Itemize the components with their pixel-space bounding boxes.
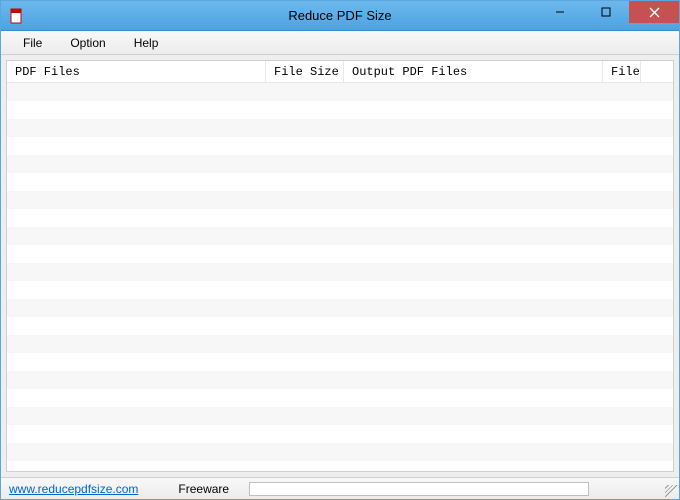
table-row <box>7 371 673 389</box>
column-file-size[interactable]: File Size <box>266 61 344 82</box>
column-pdf-files[interactable]: PDF Files <box>7 61 266 82</box>
menu-help[interactable]: Help <box>120 31 173 54</box>
minimize-button[interactable] <box>537 1 583 23</box>
table-row <box>7 155 673 173</box>
menu-option[interactable]: Option <box>56 31 119 54</box>
application-window: Reduce PDF Size File Option Help PDF Fil… <box>0 0 680 500</box>
content-area: PDF Files File Size Output PDF Files Fil… <box>1 55 679 477</box>
resize-grip-icon[interactable] <box>663 483 677 497</box>
maximize-button[interactable] <box>583 1 629 23</box>
table-row <box>7 263 673 281</box>
table-row <box>7 101 673 119</box>
license-label: Freeware <box>178 482 229 496</box>
column-output-pdf-files[interactable]: Output PDF Files <box>344 61 603 82</box>
table-row <box>7 137 673 155</box>
table-row <box>7 209 673 227</box>
column-output-file-size[interactable]: File Size <box>603 61 641 82</box>
window-controls <box>537 1 679 23</box>
table-row <box>7 443 673 461</box>
menu-file[interactable]: File <box>9 31 56 54</box>
website-link[interactable]: www.reducepdfsize.com <box>9 482 138 496</box>
table-header: PDF Files File Size Output PDF Files Fil… <box>7 61 673 83</box>
table-row <box>7 317 673 335</box>
column-empty[interactable] <box>641 61 673 82</box>
titlebar[interactable]: Reduce PDF Size <box>1 1 679 31</box>
table-row <box>7 281 673 299</box>
table-row <box>7 191 673 209</box>
table-row <box>7 335 673 353</box>
menubar: File Option Help <box>1 31 679 55</box>
statusbar: www.reducepdfsize.com Freeware <box>1 477 679 499</box>
table-row <box>7 461 673 471</box>
table-row <box>7 227 673 245</box>
close-button[interactable] <box>629 1 679 23</box>
table-row <box>7 119 673 137</box>
table-row <box>7 389 673 407</box>
table-row <box>7 425 673 443</box>
table-row <box>7 353 673 371</box>
table-body[interactable] <box>7 83 673 471</box>
file-table[interactable]: PDF Files File Size Output PDF Files Fil… <box>6 60 674 472</box>
table-row <box>7 83 673 101</box>
table-row <box>7 173 673 191</box>
table-row <box>7 245 673 263</box>
window-title: Reduce PDF Size <box>288 8 391 23</box>
app-icon <box>9 8 25 24</box>
progress-bar <box>249 482 589 496</box>
table-row <box>7 299 673 317</box>
table-row <box>7 407 673 425</box>
